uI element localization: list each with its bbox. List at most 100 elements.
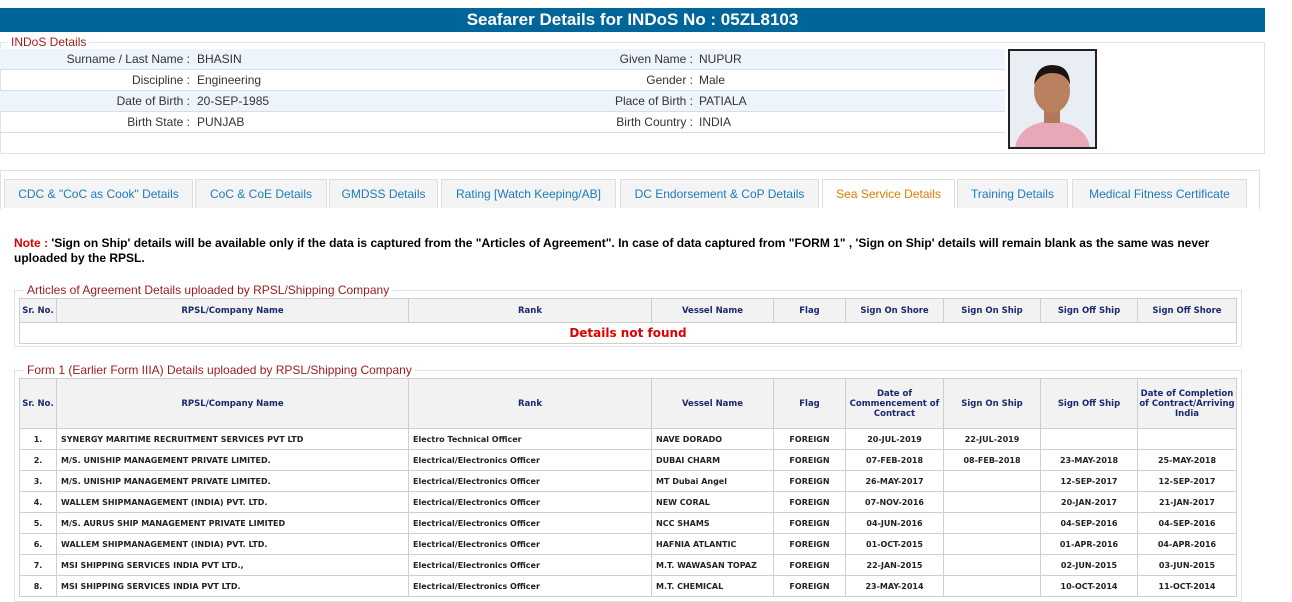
field-label: Place of Birth : [614, 94, 693, 108]
table-cell: Electrical/Electronics Officer [408, 554, 652, 576]
table-cell: 21-JAN-2017 [1137, 491, 1237, 513]
column-header: RPSL/Company Name [56, 298, 409, 323]
field-label: Given Name : [619, 52, 693, 66]
table-cell: Electrical/Electronics Officer [408, 512, 652, 534]
table-cell: FOREIGN [773, 575, 846, 597]
table-row: 7. MSI SHIPPING SERVICES INDIA PVT LTD., E… [19, 554, 1237, 576]
table-cell: M.T. CHEMICAL [651, 575, 774, 597]
table-cell: 10-OCT-2014 [1040, 575, 1138, 597]
table-cell: 04-APR-2016 [1137, 533, 1237, 555]
column-header: Sign On Ship [943, 378, 1041, 429]
note-text: Note : 'Sign on Ship' details will be av… [14, 236, 1244, 266]
tab-coc-coe-details[interactable]: CoC & CoE Details [195, 179, 327, 208]
table-cell [943, 512, 1041, 534]
tab-training-details[interactable]: Training Details [957, 179, 1068, 208]
table-cell: DUBAI CHARM [651, 449, 774, 471]
table-cell: M/S. UNISHIP MANAGEMENT PRIVATE LIMITED. [56, 470, 409, 492]
table-cell: 25-MAY-2018 [1137, 449, 1237, 471]
column-header: Rank [408, 378, 652, 429]
articles-legend: Articles of Agreement Details uploaded b… [24, 284, 393, 296]
table-cell: 12-SEP-2017 [1040, 470, 1138, 492]
field-label: Surname / Last Name : [66, 52, 190, 66]
table-cell: NAVE DORADO [651, 428, 774, 450]
column-header: RPSL/Company Name [56, 378, 409, 429]
table-cell: 07-NOV-2016 [845, 491, 944, 513]
column-header: Date of Commencement of Contract [845, 378, 944, 429]
table-cell [943, 491, 1041, 513]
table-cell: Electrical/Electronics Officer [408, 575, 652, 597]
table-cell: 01-OCT-2015 [845, 533, 944, 555]
indos-legend: INDoS Details [8, 36, 90, 48]
table-cell: 02-JUN-2015 [1040, 554, 1138, 576]
table-cell [1040, 428, 1138, 450]
column-header: Date of Completion of Contract/Arriving … [1137, 378, 1237, 429]
table-cell: NCC SHAMS [651, 512, 774, 534]
tab-sea-service-details[interactable]: Sea Service Details [822, 179, 955, 208]
table-cell: WALLEM SHIPMANAGEMENT (INDIA) PVT. LTD. [56, 491, 409, 513]
tab-medical-fitness-certificate[interactable]: Medical Fitness Certificate [1072, 179, 1247, 208]
table-cell: FOREIGN [773, 449, 846, 471]
indos-row: Date of Birth : 20-SEP-1985 Place of Birth… [0, 91, 1005, 112]
column-header: Sign Off Ship [1040, 298, 1138, 323]
column-header: Sign On Ship [943, 298, 1041, 323]
tab-rating-watch-keeping-ab[interactable]: Rating [Watch Keeping/AB] [441, 179, 616, 208]
table-cell: FOREIGN [773, 512, 846, 534]
table-row: 2. M/S. UNISHIP MANAGEMENT PRIVATE LIMITE… [19, 449, 1237, 471]
table-cell [943, 533, 1041, 555]
column-header: Flag [773, 298, 846, 323]
column-header: Sign Off Ship [1040, 378, 1138, 429]
tab-gmdss-details[interactable]: GMDSS Details [329, 179, 438, 208]
table-cell: MT Dubai Angel [651, 470, 774, 492]
table-row: 1. SYNERGY MARITIME RECRUITMENT SERVICES … [19, 428, 1237, 450]
column-header: Flag [773, 378, 846, 429]
field-value: Male [699, 73, 726, 87]
table-cell: 04-SEP-2016 [1137, 512, 1237, 534]
field-label: Birth Country : [616, 115, 693, 129]
field-value: INDIA [699, 115, 732, 129]
table-cell: 8. [19, 575, 57, 597]
table-cell: 3. [19, 470, 57, 492]
table-cell: M/S. AURUS SHIP MANAGEMENT PRIVATE LIMIT… [56, 512, 409, 534]
table-cell: 20-JAN-2017 [1040, 491, 1138, 513]
table-cell: 22-JUL-2019 [943, 428, 1041, 450]
table-cell [943, 470, 1041, 492]
table-cell: NEW CORAL [651, 491, 774, 513]
field-label: Birth State : [127, 115, 190, 129]
field-value: PUNJAB [197, 115, 245, 129]
table-cell: 2. [19, 449, 57, 471]
table-cell: M/S. UNISHIP MANAGEMENT PRIVATE LIMITED. [56, 449, 409, 471]
field-value: NUPUR [699, 52, 742, 66]
column-header: Vessel Name [651, 298, 774, 323]
tab-dc-endorsement-cop-details[interactable]: DC Endorsement & CoP Details [620, 179, 819, 208]
tab-cdc-coc-as-cook-details[interactable]: CDC & "CoC as Cook" Details [4, 179, 193, 208]
table-cell: 23-MAY-2014 [845, 575, 944, 597]
note-prefix: Note : [14, 236, 48, 250]
form1-table: Sr. No. RPSL/Company Name Rank Vessel Name F… [19, 378, 1237, 597]
table-cell [943, 575, 1041, 597]
note-body: 'Sign on Ship' details will be available… [14, 236, 1210, 265]
table-cell: Electro Technical Officer [408, 428, 652, 450]
table-cell: 04-SEP-2016 [1040, 512, 1138, 534]
table-cell: FOREIGN [773, 491, 846, 513]
table-cell: FOREIGN [773, 470, 846, 492]
column-header: Sr. No. [19, 378, 57, 429]
table-cell: FOREIGN [773, 533, 846, 555]
table-row: 8. MSI SHIPPING SERVICES INDIA PVT LTD. El… [19, 575, 1237, 597]
indos-row: Surname / Last Name : BHASIN Given Name : N… [0, 49, 1005, 70]
table-cell: 07-FEB-2018 [845, 449, 944, 471]
table-row: 6. WALLEM SHIPMANAGEMENT (INDIA) PVT. LTD… [19, 533, 1237, 555]
table-cell: M.T. WAWASAN TOPAZ [651, 554, 774, 576]
indos-row: Discipline : Engineering Gender : Male [0, 70, 1005, 91]
table-cell: 12-SEP-2017 [1137, 470, 1237, 492]
column-header: Sign Off Shore [1137, 298, 1237, 323]
table-cell: 08-FEB-2018 [943, 449, 1041, 471]
table-cell: Electrical/Electronics Officer [408, 470, 652, 492]
table-cell: SYNERGY MARITIME RECRUITMENT SERVICES PV… [56, 428, 409, 450]
field-value: BHASIN [197, 52, 242, 66]
table-cell: 04-JUN-2016 [845, 512, 944, 534]
field-label: Gender : [646, 73, 693, 87]
seafarer-photo [1008, 49, 1097, 149]
table-cell: 5. [19, 512, 57, 534]
empty-message: Details not found [19, 322, 1237, 344]
field-value: 20-SEP-1985 [197, 94, 270, 108]
